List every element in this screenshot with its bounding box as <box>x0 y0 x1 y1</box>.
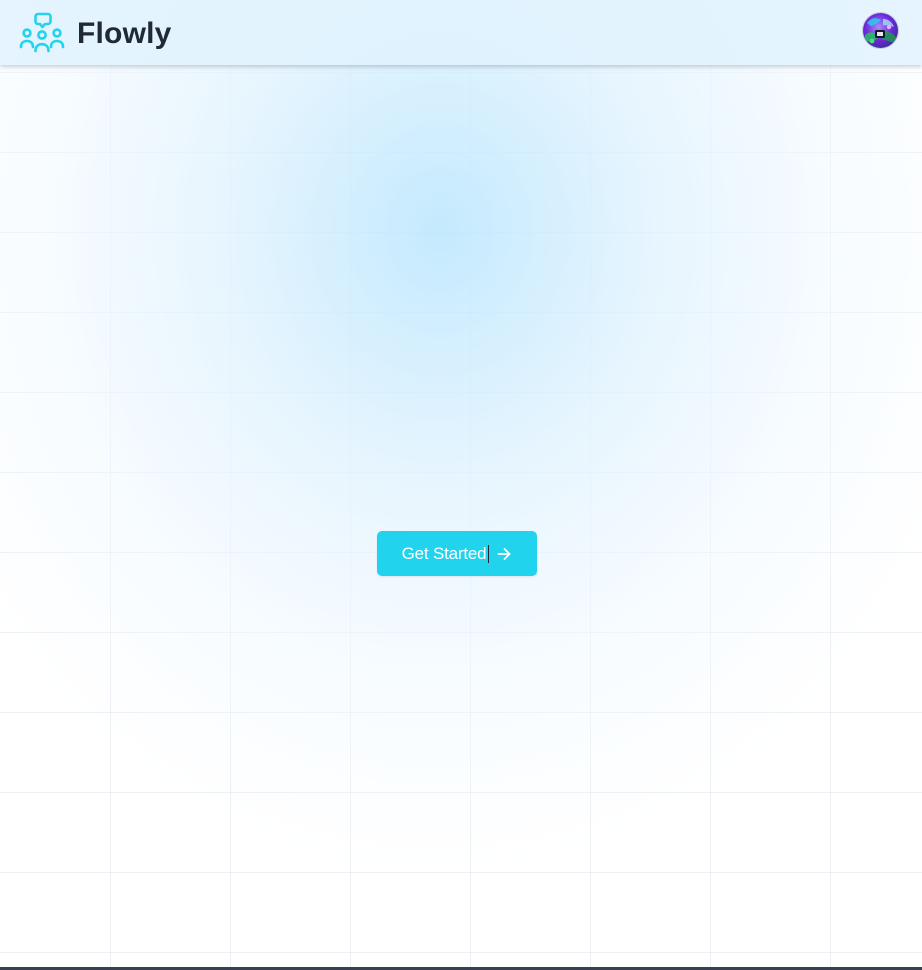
get-started-button[interactable]: Get Started <box>377 531 537 576</box>
user-avatar-button[interactable] <box>863 12 898 48</box>
landing-page: Flowly Get Started <box>0 0 922 970</box>
team-chat-icon <box>19 12 65 52</box>
top-navbar: Flowly <box>0 0 922 65</box>
brand-name: Flowly <box>77 16 172 50</box>
get-started-label: Get Started <box>401 543 490 563</box>
user-avatar <box>863 12 898 48</box>
arrow-right-icon <box>497 547 511 560</box>
background-grid <box>0 0 922 970</box>
brand-logo-link[interactable]: Flowly <box>19 11 172 55</box>
